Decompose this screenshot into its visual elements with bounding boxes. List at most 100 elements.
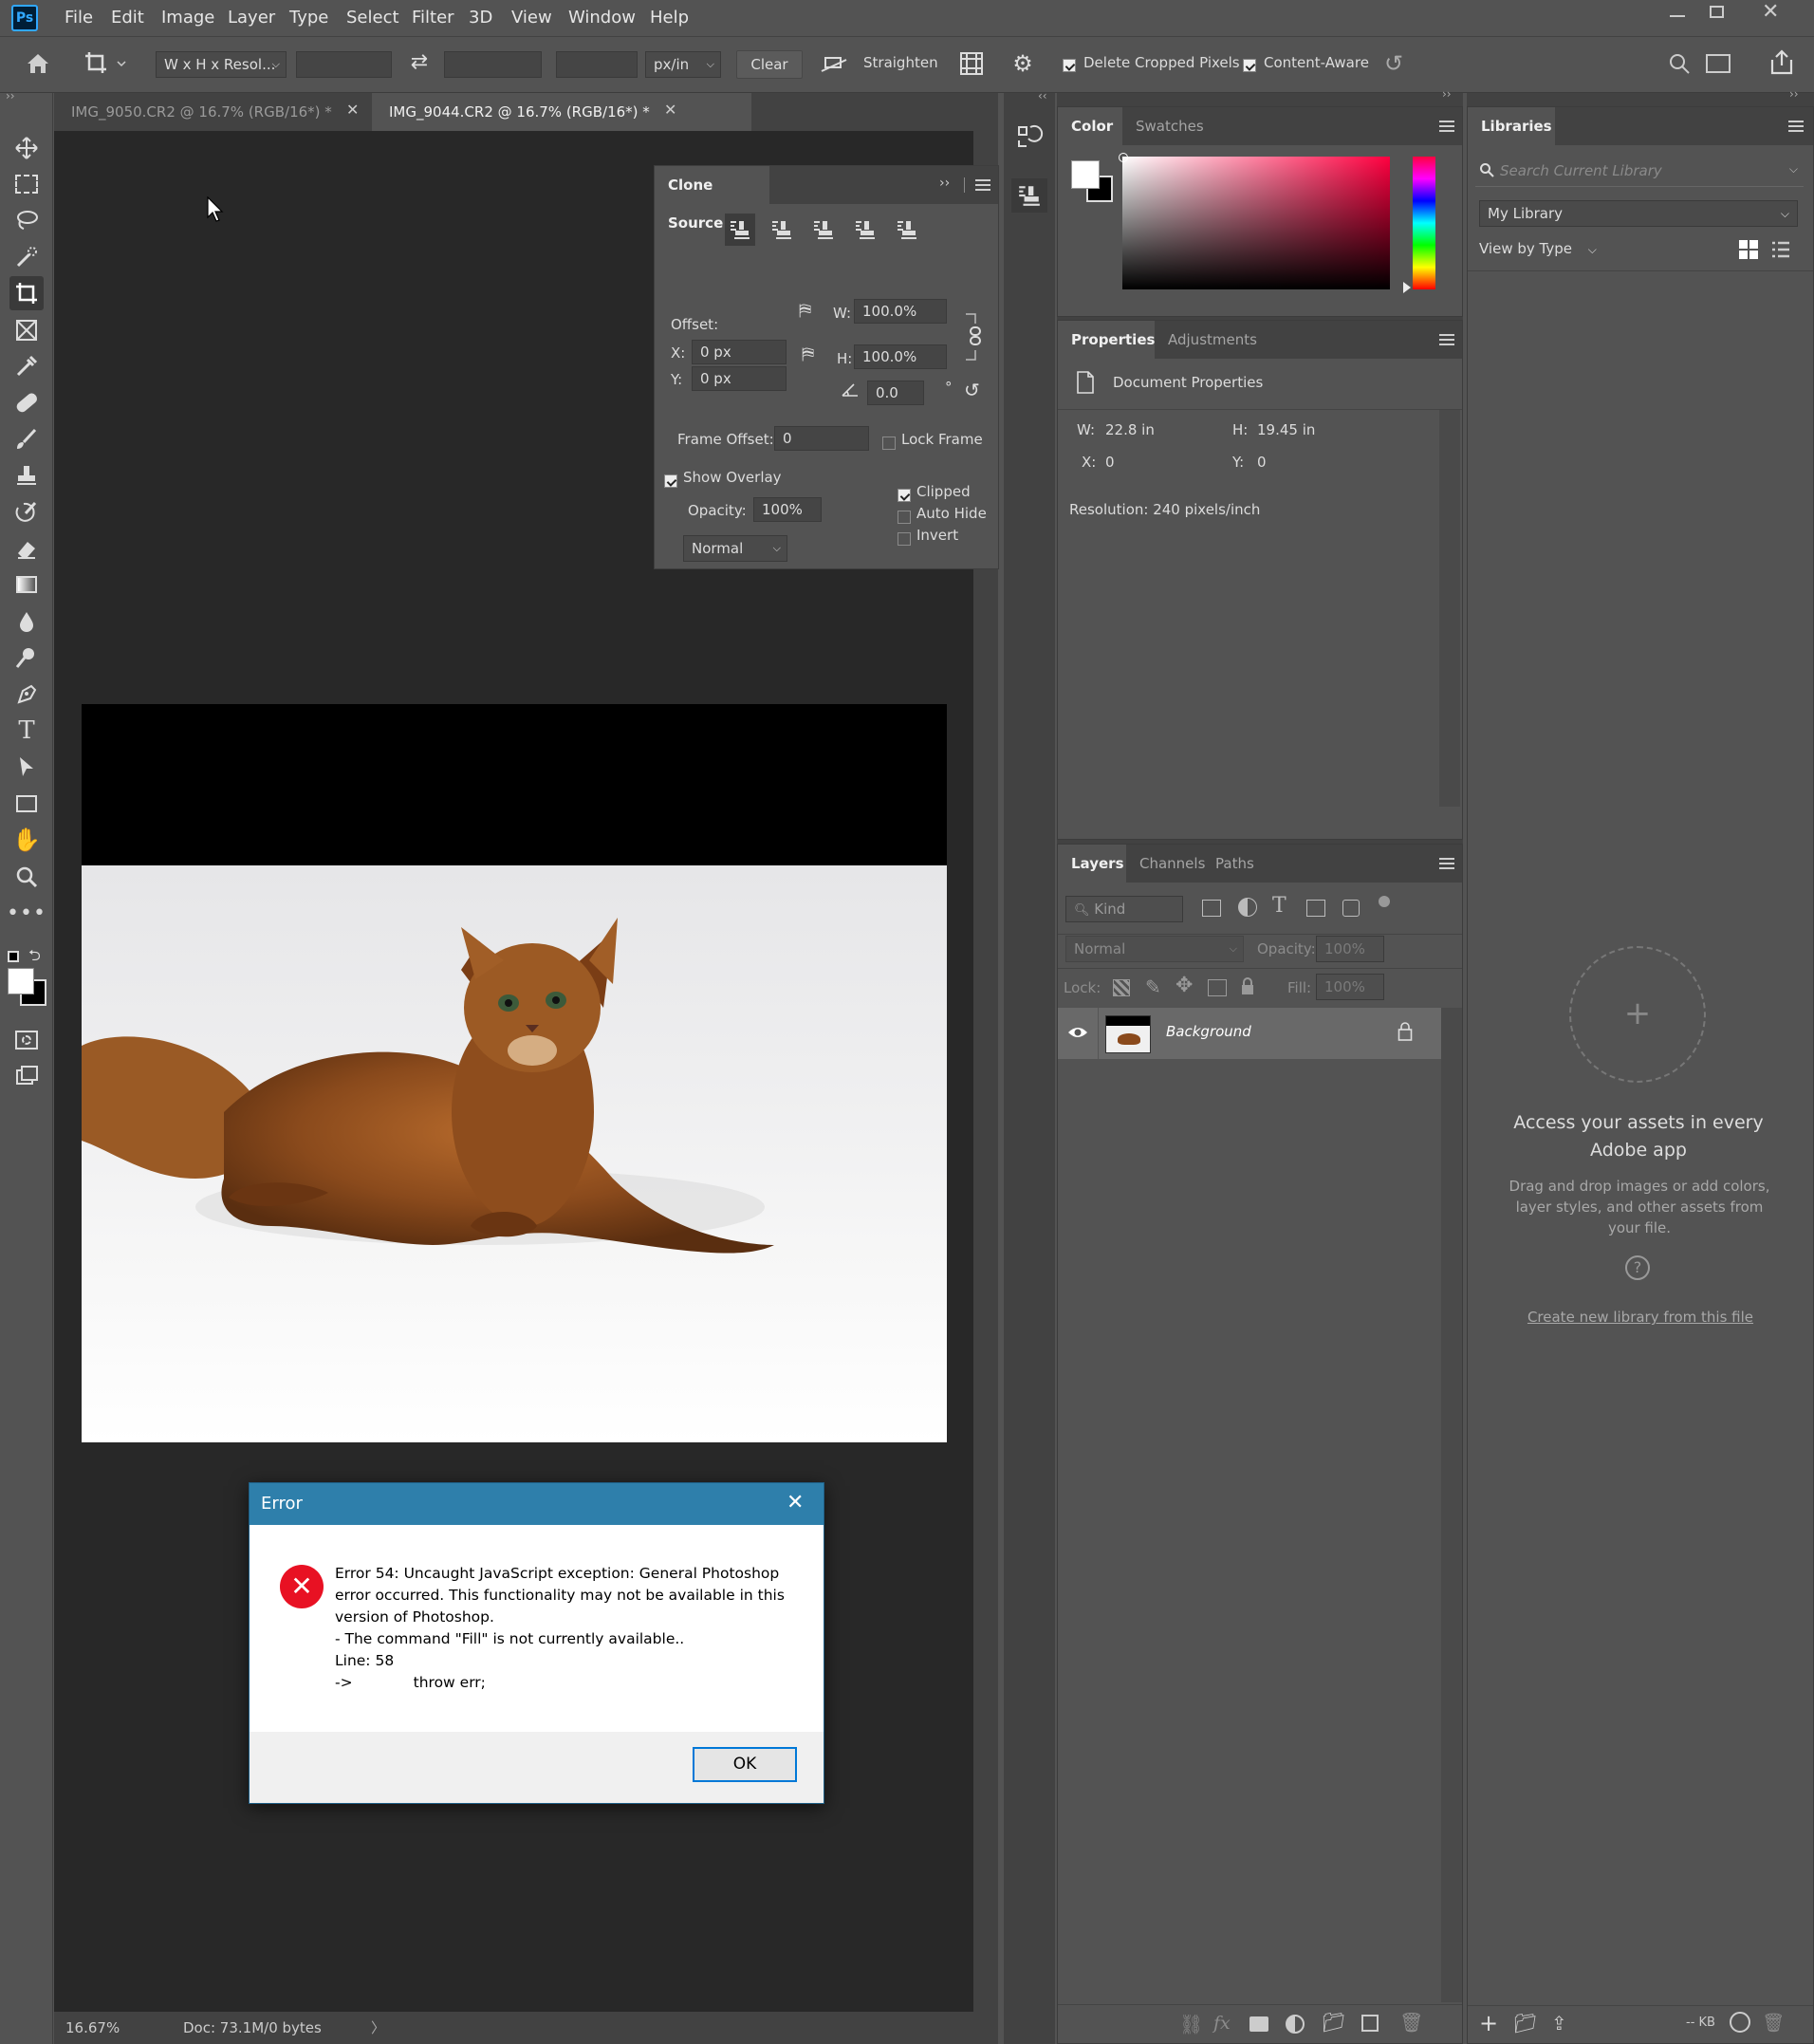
lock-pixels-icon[interactable]: ✎ — [1145, 976, 1161, 998]
crop-tool-icon[interactable] — [9, 276, 44, 310]
properties-scrollbar[interactable] — [1439, 410, 1460, 807]
eye-icon[interactable] — [1067, 1021, 1088, 1044]
rectangle-tool-icon[interactable] — [9, 787, 44, 821]
ok-button[interactable]: OK — [693, 1747, 797, 1782]
clone-x-input[interactable]: 0 px — [692, 340, 787, 364]
close-tab-icon[interactable]: ✕ — [664, 101, 676, 119]
clone-source-3-icon[interactable] — [808, 214, 839, 246]
folder-icon[interactable]: 📁︎ — [1513, 2012, 1537, 2035]
frame-tool-icon[interactable] — [9, 313, 44, 347]
layer-fill-input[interactable]: 100% — [1316, 974, 1384, 1000]
layer-kind-filter[interactable]: 🔍︎ Kind — [1065, 896, 1183, 922]
swap-icon[interactable]: ⇄ — [406, 50, 433, 77]
library-select[interactable]: My Library ⌵ — [1479, 200, 1798, 227]
crop-tool-preset-icon[interactable] — [83, 50, 127, 77]
view-by-select[interactable]: View by Type ⌵ — [1479, 240, 1597, 257]
clone-width-input[interactable]: 100.0% — [854, 299, 947, 324]
auto-hide-checkbox[interactable] — [898, 508, 911, 525]
menu-select[interactable]: Select — [346, 0, 399, 36]
tab-swatches[interactable]: Swatches — [1122, 107, 1217, 145]
smart-object-filter-icon[interactable] — [1342, 900, 1360, 917]
screen-mode-icon[interactable] — [9, 1059, 44, 1093]
creative-cloud-icon[interactable] — [1730, 2012, 1750, 2033]
tab-img-9044[interactable]: IMG_9044.CR2 @ 16.7% (RGB/16*) * — [372, 93, 751, 131]
grid-overlay-icon[interactable] — [958, 50, 985, 77]
clone-source-1-icon[interactable] — [725, 214, 755, 246]
menu-view[interactable]: View — [511, 0, 552, 36]
pen-tool-icon[interactable] — [9, 678, 44, 712]
reset-transform-icon[interactable]: ↺ — [964, 379, 980, 401]
gear-icon[interactable]: ⚙ — [1009, 50, 1036, 77]
straighten-label[interactable]: Straighten — [863, 54, 938, 71]
doc-h-value[interactable]: 19.45 in — [1257, 421, 1315, 438]
overlay-blend-select[interactable]: Normal ⌵ — [683, 535, 787, 562]
doc-size[interactable]: Doc: 73.1M/0 bytes — [183, 2012, 322, 2044]
tab-color[interactable]: Color — [1058, 107, 1122, 145]
menu-help[interactable]: Help — [650, 0, 689, 36]
blur-tool-icon[interactable] — [9, 604, 44, 639]
lasso-tool-icon[interactable] — [9, 203, 44, 237]
clone-source-4-icon[interactable] — [850, 214, 880, 246]
canvas-image[interactable] — [82, 704, 947, 1442]
layers-scrollbar[interactable] — [1441, 1008, 1462, 2002]
adjustment-layer-icon[interactable] — [1286, 2015, 1305, 2034]
lock-transparent-icon[interactable] — [1113, 979, 1130, 996]
flip-vertical-icon[interactable]: ⛿ — [802, 344, 824, 367]
ratio-select[interactable]: W x H x Resol... ⌵ — [156, 51, 287, 78]
invert-checkbox[interactable] — [898, 530, 911, 547]
content-aware-checkbox[interactable] — [1243, 56, 1256, 73]
tab-clone-source[interactable]: Clone Source — [655, 166, 769, 232]
height-input[interactable] — [444, 51, 542, 78]
frame-offset-input[interactable]: 0 — [774, 426, 869, 451]
menu-file[interactable]: File — [65, 0, 93, 36]
collapse-libraries-icon[interactable]: ›› — [1789, 87, 1799, 101]
flip-horizontal-icon[interactable]: ⛿ — [799, 301, 824, 322]
layer-name[interactable]: Background — [1166, 1023, 1251, 1040]
clipped-checkbox[interactable] — [898, 486, 911, 503]
fg-bg-swatches[interactable] — [1071, 160, 1115, 204]
clone-source-panel-icon[interactable] — [1011, 178, 1047, 213]
hand-tool-icon[interactable]: ✋ — [9, 823, 44, 857]
tab-layers[interactable]: Layers — [1058, 845, 1126, 883]
marquee-tool-icon[interactable] — [9, 167, 44, 201]
minimize-icon[interactable] — [1670, 15, 1685, 17]
delete-cropped-checkbox[interactable] — [1063, 56, 1076, 73]
clone-source-2-icon[interactable] — [767, 214, 797, 246]
chevron-down-icon[interactable]: ⌵ — [1789, 162, 1798, 177]
menu-layer[interactable]: Layer — [228, 0, 275, 36]
move-tool-icon[interactable] — [9, 131, 44, 165]
doc-x-value[interactable]: 0 — [1105, 454, 1115, 471]
zoom-level[interactable]: 16.67% — [65, 2012, 120, 2044]
layer-thumbnail[interactable] — [1105, 1015, 1151, 1053]
filter-toggle-icon[interactable] — [1379, 896, 1390, 907]
doc-w-value[interactable]: 22.8 in — [1105, 421, 1155, 438]
list-view-icon[interactable] — [1771, 240, 1790, 259]
tab-libraries[interactable]: Libraries — [1468, 107, 1555, 145]
type-layer-filter-icon[interactable]: T — [1272, 894, 1286, 918]
healing-brush-tool-icon[interactable] — [9, 385, 44, 419]
pixel-layer-filter-icon[interactable] — [1202, 900, 1221, 917]
create-library-link[interactable]: Create new library from this file — [1496, 1309, 1785, 1326]
lock-artboard-icon[interactable] — [1208, 979, 1227, 996]
clear-button[interactable]: Clear — [736, 50, 803, 79]
menu-window[interactable]: Window — [568, 0, 636, 36]
color-picker-handle[interactable] — [1119, 153, 1128, 162]
resolution-input[interactable] — [556, 51, 638, 78]
menu-edit[interactable]: Edit — [111, 0, 144, 36]
tab-img-9050[interactable]: IMG_9050.CR2 @ 16.7% (RGB/16*) * — [54, 93, 372, 131]
more-tools-icon[interactable]: ••• — [7, 896, 46, 930]
add-asset-icon[interactable]: + — [1569, 946, 1706, 1083]
menu-3d[interactable]: 3D — [469, 0, 492, 36]
reset-icon[interactable]: ↺ — [1380, 50, 1407, 77]
menu-image[interactable]: Image — [161, 0, 214, 36]
grid-view-icon[interactable] — [1739, 240, 1758, 259]
home-icon[interactable] — [25, 50, 51, 77]
new-group-icon[interactable]: 📁︎ — [1322, 2011, 1345, 2034]
link-layers-icon[interactable]: ⛓ — [1179, 2013, 1203, 2035]
shape-layer-filter-icon[interactable] — [1306, 900, 1325, 917]
help-icon[interactable]: ? — [1625, 1255, 1650, 1280]
clone-height-input[interactable]: 100.0% — [854, 344, 947, 369]
lock-all-icon[interactable] — [1240, 977, 1255, 996]
layer-row-background[interactable]: Background — [1058, 1008, 1441, 1059]
new-layer-icon[interactable] — [1361, 2015, 1379, 2032]
